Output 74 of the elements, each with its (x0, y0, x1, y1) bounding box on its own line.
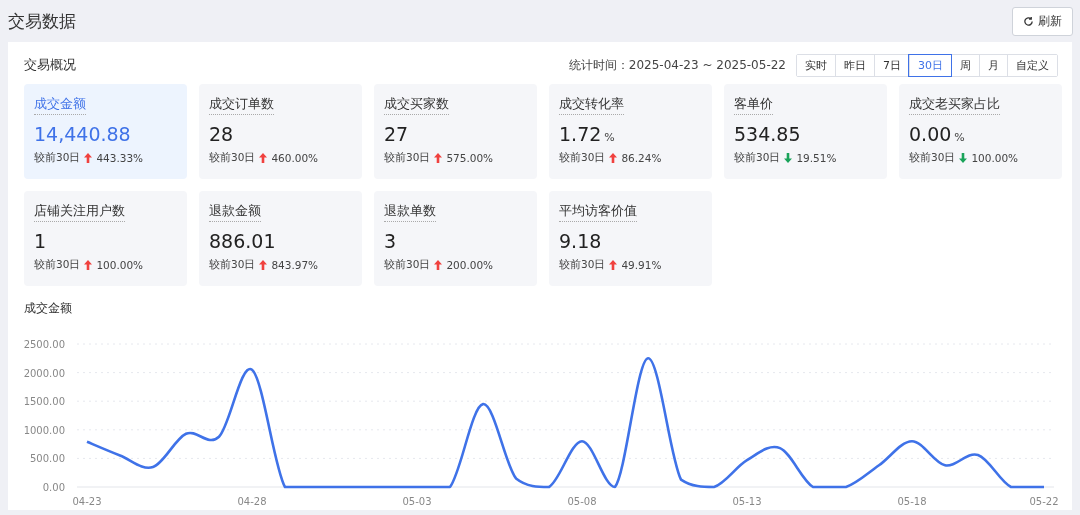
y-axis-label: 0.00 (42, 482, 65, 493)
metric-label: 成交转化率 (559, 95, 624, 115)
metric-unit: % (604, 131, 615, 144)
x-axis-label: 05-13 (732, 496, 762, 507)
metric-value: 9.18 (559, 230, 602, 252)
metric-value: 0.00 (909, 123, 952, 145)
metric-value: 14,440.88 (34, 123, 131, 145)
metric-value: 3 (384, 230, 397, 252)
metric-value: 1 (34, 230, 47, 252)
metric-card[interactable]: 成交买家数 27 较前30日 575.00% (374, 84, 537, 179)
compare-label: 较前30日 (34, 258, 81, 272)
y-axis-label: 1500.00 (23, 396, 65, 408)
x-axis-label: 05-22 (1029, 496, 1059, 507)
y-axis-label: 2000.00 (23, 367, 65, 379)
metric-card[interactable]: 退款金额 886.01 较前30日 843.97% (199, 191, 362, 286)
metric-unit: % (954, 131, 965, 144)
metric-card[interactable]: 平均访客价值 9.18 较前30日 49.91% (549, 191, 712, 286)
metric-card[interactable]: 成交老买家占比 0.00% 较前30日 100.00% (899, 84, 1062, 179)
period-label: 统计时间： (568, 56, 629, 74)
period-value: 2025-04-23 ~ 2025-05-22 (628, 58, 786, 72)
metric-value: 1.72 (559, 123, 602, 145)
page-title: 交易数据 (8, 9, 76, 33)
refresh-icon (1023, 15, 1034, 27)
compare-label: 较前30日 (909, 151, 956, 165)
metric-value: 27 (384, 123, 409, 145)
x-axis-label: 04-23 (72, 496, 102, 507)
metric-card[interactable]: 成交订单数 28 较前30日 460.00% (199, 84, 362, 179)
refresh-button[interactable]: 刷新 (1012, 6, 1073, 36)
metric-label: 成交订单数 (209, 95, 274, 115)
compare-label: 较前30日 (384, 151, 431, 165)
metric-label: 成交买家数 (384, 95, 449, 115)
compare-label: 较前30日 (384, 258, 431, 272)
metric-label: 退款金额 (209, 202, 261, 222)
change-value: 575.00% (446, 152, 494, 164)
compare-label: 较前30日 (34, 151, 81, 165)
metric-label: 退款单数 (384, 202, 436, 222)
change-value: 443.33% (96, 152, 144, 164)
chart-title: 成交金额 (24, 300, 72, 317)
metric-label: 成交金额 (34, 95, 86, 115)
change-value: 460.00% (271, 152, 319, 164)
change-value: 100.00% (971, 152, 1019, 164)
metric-label: 成交老买家占比 (909, 95, 1000, 115)
metric-card[interactable]: 店铺关注用户数 1 较前30日 100.00% (24, 191, 187, 286)
compare-label: 较前30日 (559, 258, 606, 272)
metric-value: 534.85 (734, 123, 801, 145)
compare-label: 较前30日 (734, 151, 781, 165)
metric-label: 客单价 (734, 95, 773, 115)
range-tab[interactable]: 30日 (909, 54, 951, 76)
x-axis-label: 05-08 (567, 496, 597, 507)
metric-label: 平均访客价值 (559, 202, 637, 222)
change-value: 49.91% (621, 259, 662, 271)
change-value: 86.24% (621, 152, 662, 164)
range-tab[interactable]: 自定义 (1007, 54, 1057, 76)
metric-card[interactable]: 成交转化率 1.72% 较前30日 86.24% (549, 84, 712, 179)
metric-value: 28 (209, 123, 234, 145)
metric-card[interactable]: 成交金额 14,440.88 较前30日 443.33% (24, 84, 187, 179)
y-axis-label: 2500.00 (23, 339, 65, 350)
y-axis-label: 500.00 (30, 453, 65, 465)
compare-label: 较前30日 (209, 151, 256, 165)
metric-card[interactable]: 客单价 534.85 较前30日 19.51% (724, 84, 887, 179)
x-axis-label: 04-28 (237, 496, 267, 507)
section-title: 交易概况 (24, 56, 76, 74)
change-value: 100.00% (96, 259, 144, 271)
x-axis-label: 05-03 (402, 496, 432, 507)
change-value: 843.97% (271, 259, 319, 271)
compare-label: 较前30日 (559, 151, 606, 165)
compare-label: 较前30日 (209, 258, 256, 272)
metric-label: 店铺关注用户数 (34, 202, 125, 222)
change-value: 200.00% (446, 259, 494, 271)
metric-card[interactable]: 退款单数 3 较前30日 200.00% (374, 191, 537, 286)
metric-value: 886.01 (209, 230, 276, 252)
x-axis-label: 05-18 (897, 496, 927, 507)
y-axis-label: 1000.00 (23, 424, 65, 436)
change-value: 19.51% (796, 152, 837, 164)
